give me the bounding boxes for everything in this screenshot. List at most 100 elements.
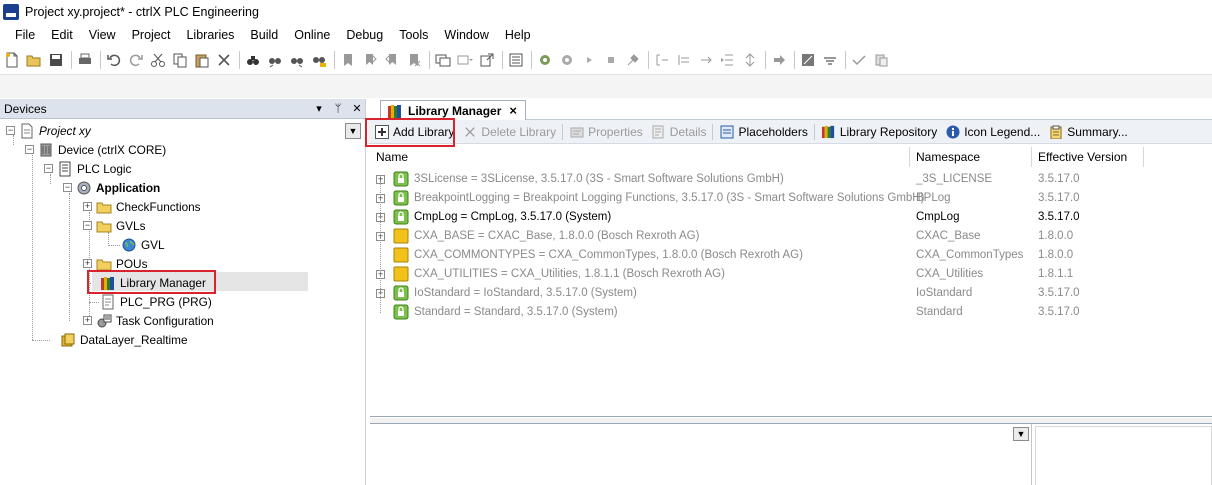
menu-file[interactable]: File bbox=[7, 25, 43, 45]
print-icon[interactable] bbox=[76, 51, 94, 69]
menu-window[interactable]: Window bbox=[436, 25, 496, 45]
tree-node-project[interactable]: − Project xy bbox=[6, 121, 91, 140]
stop-icon[interactable] bbox=[602, 51, 620, 69]
start-icon[interactable] bbox=[580, 51, 598, 69]
library-version: 1.8.1.1 bbox=[1038, 268, 1074, 280]
tree-dropdown-button[interactable]: ▼ bbox=[345, 123, 361, 139]
bookmark-next-icon[interactable] bbox=[361, 51, 379, 69]
library-toolbar: Add Library Delete Library Properties De… bbox=[368, 120, 1212, 144]
open-folder-icon[interactable] bbox=[25, 51, 43, 69]
step-into-icon[interactable] bbox=[675, 51, 693, 69]
bookmark-icon[interactable] bbox=[339, 51, 357, 69]
menu-debug[interactable]: Debug bbox=[338, 25, 391, 45]
new-file-icon[interactable] bbox=[3, 51, 21, 69]
cut-icon[interactable] bbox=[149, 51, 167, 69]
pin-icon[interactable]: ᛘ bbox=[330, 101, 346, 117]
library-name: BreakpointLogging = Breakpoint Logging F… bbox=[414, 192, 925, 204]
write-values-icon[interactable] bbox=[799, 51, 817, 69]
menu-libraries[interactable]: Libraries bbox=[178, 25, 242, 45]
table-row[interactable]: CXA_COMMONTYPES = CXA_CommonTypes, 1.8.0… bbox=[370, 246, 1212, 265]
multiple-windows-icon[interactable] bbox=[434, 51, 452, 69]
set-next-statement-icon[interactable] bbox=[741, 51, 759, 69]
column-header-namespace[interactable]: Namespace bbox=[910, 147, 1032, 167]
expand-icon[interactable]: + bbox=[83, 316, 92, 325]
menu-online[interactable]: Online bbox=[286, 25, 338, 45]
table-row[interactable]: + IoStandard = IoStandard, 3.5.17.0 (Sys… bbox=[370, 284, 1212, 303]
table-row[interactable]: + BreakpointLogging = Breakpoint Logging… bbox=[370, 189, 1212, 208]
tree-node-check-functions[interactable]: + CheckFunctions bbox=[83, 197, 201, 216]
tree-node-plc-logic[interactable]: − PLC Logic bbox=[44, 159, 131, 178]
export-icon[interactable] bbox=[478, 51, 496, 69]
collapse-icon[interactable]: − bbox=[6, 126, 15, 135]
redo-icon[interactable] bbox=[127, 51, 145, 69]
details-button[interactable]: Details bbox=[647, 122, 711, 142]
close-tab-icon[interactable]: × bbox=[509, 103, 517, 118]
collapse-icon[interactable]: − bbox=[44, 164, 53, 173]
table-row[interactable]: + CXA_UTILITIES = CXA_Utilities, 1.8.1.1… bbox=[370, 265, 1212, 284]
reset-icon[interactable] bbox=[624, 51, 642, 69]
unforce-values-icon[interactable] bbox=[850, 51, 868, 69]
undo-icon[interactable] bbox=[105, 51, 123, 69]
login-icon[interactable] bbox=[536, 51, 554, 69]
tree-node-gvls[interactable]: − GVLs bbox=[83, 216, 146, 235]
tab-library-manager[interactable]: Library Manager × bbox=[380, 100, 526, 120]
save-icon[interactable] bbox=[47, 51, 65, 69]
summary-button[interactable]: Summary... bbox=[1044, 122, 1131, 142]
column-header-name[interactable]: Name bbox=[370, 147, 910, 167]
expand-icon[interactable]: + bbox=[83, 202, 92, 211]
tree-node-task-configuration[interactable]: + Task Configuration bbox=[83, 311, 214, 330]
properties-button[interactable]: Properties bbox=[565, 122, 647, 142]
delete-icon[interactable] bbox=[215, 51, 233, 69]
force-values-icon[interactable] bbox=[821, 51, 839, 69]
find-previous-icon[interactable] bbox=[288, 51, 306, 69]
placeholders-button[interactable]: Placeholders bbox=[715, 122, 811, 142]
icon-legend-button[interactable]: Icon Legend... bbox=[941, 122, 1044, 142]
collapse-icon[interactable]: − bbox=[63, 183, 72, 192]
close-panel-icon[interactable]: ✕ bbox=[349, 101, 365, 117]
library-name: CXA_BASE = CXAC_Base, 1.8.0.0 (Bosch Rex… bbox=[414, 230, 700, 242]
tree-node-library-manager[interactable]: Library Manager bbox=[100, 273, 206, 292]
run-to-cursor-icon[interactable] bbox=[719, 51, 737, 69]
menu-edit[interactable]: Edit bbox=[43, 25, 81, 45]
table-dropdown-icon[interactable] bbox=[456, 51, 474, 69]
menu-help[interactable]: Help bbox=[497, 25, 539, 45]
build-icon[interactable] bbox=[507, 51, 525, 69]
menu-tools[interactable]: Tools bbox=[391, 25, 436, 45]
online-change-icon[interactable] bbox=[872, 51, 890, 69]
add-library-button[interactable]: Add Library bbox=[370, 122, 458, 142]
collapse-icon[interactable]: − bbox=[25, 145, 34, 154]
library-repository-button[interactable]: Library Repository bbox=[817, 122, 941, 142]
logout-icon[interactable] bbox=[558, 51, 576, 69]
tree-node-plc-prg[interactable]: PLC_PRG (PRG) bbox=[100, 292, 212, 311]
step-out-icon[interactable] bbox=[697, 51, 715, 69]
table-row[interactable]: + 3SLicense = 3SLicense, 3.5.17.0 (3S - … bbox=[370, 170, 1212, 189]
collapse-icon[interactable]: − bbox=[83, 221, 92, 230]
paste-icon[interactable] bbox=[193, 51, 211, 69]
tree-node-device[interactable]: − Device (ctrlX CORE) bbox=[25, 140, 166, 159]
step-over-icon[interactable] bbox=[653, 51, 671, 69]
column-header-effective-version[interactable]: Effective Version bbox=[1032, 147, 1144, 167]
tree-node-datalayer[interactable]: DataLayer_Realtime bbox=[60, 330, 188, 349]
menu-build[interactable]: Build bbox=[242, 25, 286, 45]
delete-library-button[interactable]: Delete Library bbox=[458, 122, 560, 142]
toolbar-separator bbox=[334, 51, 335, 69]
find-icon[interactable] bbox=[244, 51, 262, 69]
content-dropdown-button[interactable]: ▼ bbox=[1013, 427, 1029, 441]
show-current-statement-icon[interactable] bbox=[770, 51, 788, 69]
tree-node-pous[interactable]: + POUs bbox=[83, 254, 147, 273]
tree-node-gvl[interactable]: GVL bbox=[121, 235, 165, 254]
bookmark-previous-icon[interactable] bbox=[383, 51, 401, 69]
menu-project[interactable]: Project bbox=[124, 25, 179, 45]
table-row[interactable]: + CmpLog = CmpLog, 3.5.17.0 (System) Cmp… bbox=[370, 208, 1212, 227]
find-next-icon[interactable] bbox=[266, 51, 284, 69]
table-row[interactable]: + CXA_BASE = CXAC_Base, 1.8.0.0 (Bosch R… bbox=[370, 227, 1212, 246]
bookmark-clear-icon[interactable] bbox=[405, 51, 423, 69]
expand-icon[interactable]: + bbox=[83, 259, 92, 268]
toolbar-separator bbox=[100, 51, 101, 69]
panel-menu-icon[interactable]: ▾ bbox=[311, 101, 327, 117]
table-row[interactable]: Standard = Standard, 3.5.17.0 (System) S… bbox=[370, 303, 1212, 322]
tree-node-application[interactable]: − Application bbox=[63, 178, 160, 197]
replace-icon[interactable] bbox=[310, 51, 328, 69]
menu-view[interactable]: View bbox=[81, 25, 124, 45]
copy-icon[interactable] bbox=[171, 51, 189, 69]
